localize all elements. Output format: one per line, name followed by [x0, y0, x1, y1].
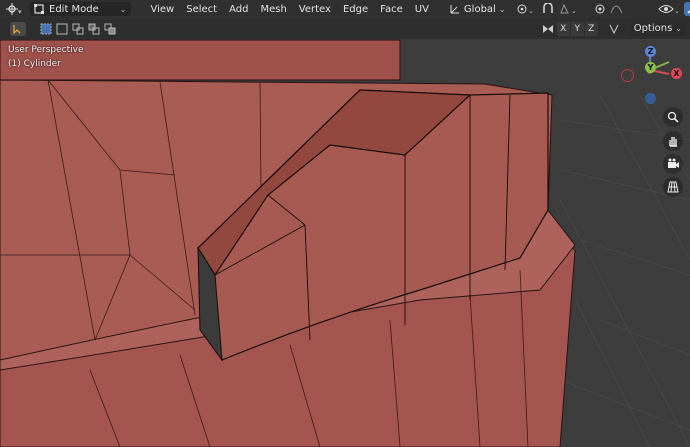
3d-viewport[interactable] — [0, 0, 690, 447]
mode-dropdown[interactable]: Edit Mode ⌄ — [30, 2, 131, 16]
grid-icon[interactable] — [663, 177, 683, 197]
snap-target-icon[interactable]: ⌄ — [558, 2, 582, 16]
active-tool-icon[interactable] — [10, 21, 26, 36]
camera-icon[interactable] — [663, 154, 683, 174]
gizmo-z-axis[interactable]: Z — [645, 46, 656, 57]
chevron-down-icon: ⌄ — [675, 24, 682, 33]
menu-mesh[interactable]: Mesh — [254, 4, 292, 15]
chevron-down-icon: ⌄ — [498, 4, 506, 14]
select-subtract-icon[interactable] — [86, 22, 102, 36]
cursor-icon[interactable]: ▾ — [4, 2, 24, 16]
orientation-label: Global — [463, 3, 496, 15]
viewport-header: ▾ Edit Mode ⌄ View Select Add Mesh Verte… — [0, 0, 690, 18]
orientation-dropdown[interactable]: Global ⌄ — [445, 2, 510, 16]
menu-face[interactable]: Face — [374, 4, 409, 15]
gizmo-toggle-icon[interactable] — [683, 2, 690, 16]
transform-orientation-icon — [450, 5, 459, 14]
pivot-point-icon[interactable]: ⌄ — [514, 2, 538, 16]
menu-edge[interactable]: Edge — [337, 4, 374, 15]
mirror-butterfly-icon[interactable] — [540, 22, 556, 36]
pan-hand-icon[interactable] — [663, 131, 683, 151]
proportional-editing-icon[interactable] — [592, 2, 608, 16]
active-object-label: (1) Cylinder — [8, 59, 61, 69]
select-new-icon[interactable] — [54, 22, 70, 36]
gizmo-neg-z[interactable] — [645, 93, 656, 104]
svg-text:⌄: ⌄ — [571, 7, 577, 15]
select-extend-icon[interactable] — [70, 22, 86, 36]
auto-merge-icon[interactable] — [606, 22, 622, 36]
view-name-label: User Perspective — [8, 45, 84, 55]
menu-add[interactable]: Add — [223, 4, 254, 15]
falloff-icon[interactable] — [608, 2, 630, 16]
navigation-gizmo[interactable]: Z Y X — [615, 40, 690, 105]
zoom-icon[interactable] — [663, 107, 683, 127]
visibility-eye-icon[interactable]: ⌄ — [656, 2, 682, 16]
options-label: Options — [633, 23, 673, 34]
svg-text:▾: ▾ — [18, 8, 22, 15]
options-dropdown[interactable]: Options ⌄ — [629, 21, 686, 36]
gizmo-y-axis[interactable]: Y — [645, 62, 656, 73]
tool-settings-bar: X Y Z Options ⌄ — [0, 18, 690, 39]
select-intersect-icon[interactable] — [102, 22, 118, 36]
menu-vertex[interactable]: Vertex — [293, 4, 337, 15]
menu-uv[interactable]: UV — [409, 4, 435, 15]
gizmo-x-axis[interactable]: X — [671, 68, 682, 79]
select-box-icon[interactable] — [38, 22, 54, 36]
menu-view[interactable]: View — [145, 4, 181, 15]
menu-select[interactable]: Select — [180, 4, 223, 15]
mirror-z-toggle[interactable]: Z — [584, 21, 598, 36]
svg-text:⌄: ⌄ — [528, 7, 534, 15]
snap-icon[interactable] — [540, 2, 558, 16]
mirror-y-toggle[interactable]: Y — [570, 21, 584, 36]
mirror-x-toggle[interactable]: X — [556, 21, 570, 36]
svg-text:⌄: ⌄ — [674, 7, 680, 15]
edit-mode-icon — [34, 4, 44, 14]
chevron-down-icon: ⌄ — [119, 4, 127, 14]
gizmo-neg-x[interactable] — [621, 69, 634, 82]
mode-label: Edit Mode — [49, 3, 99, 15]
